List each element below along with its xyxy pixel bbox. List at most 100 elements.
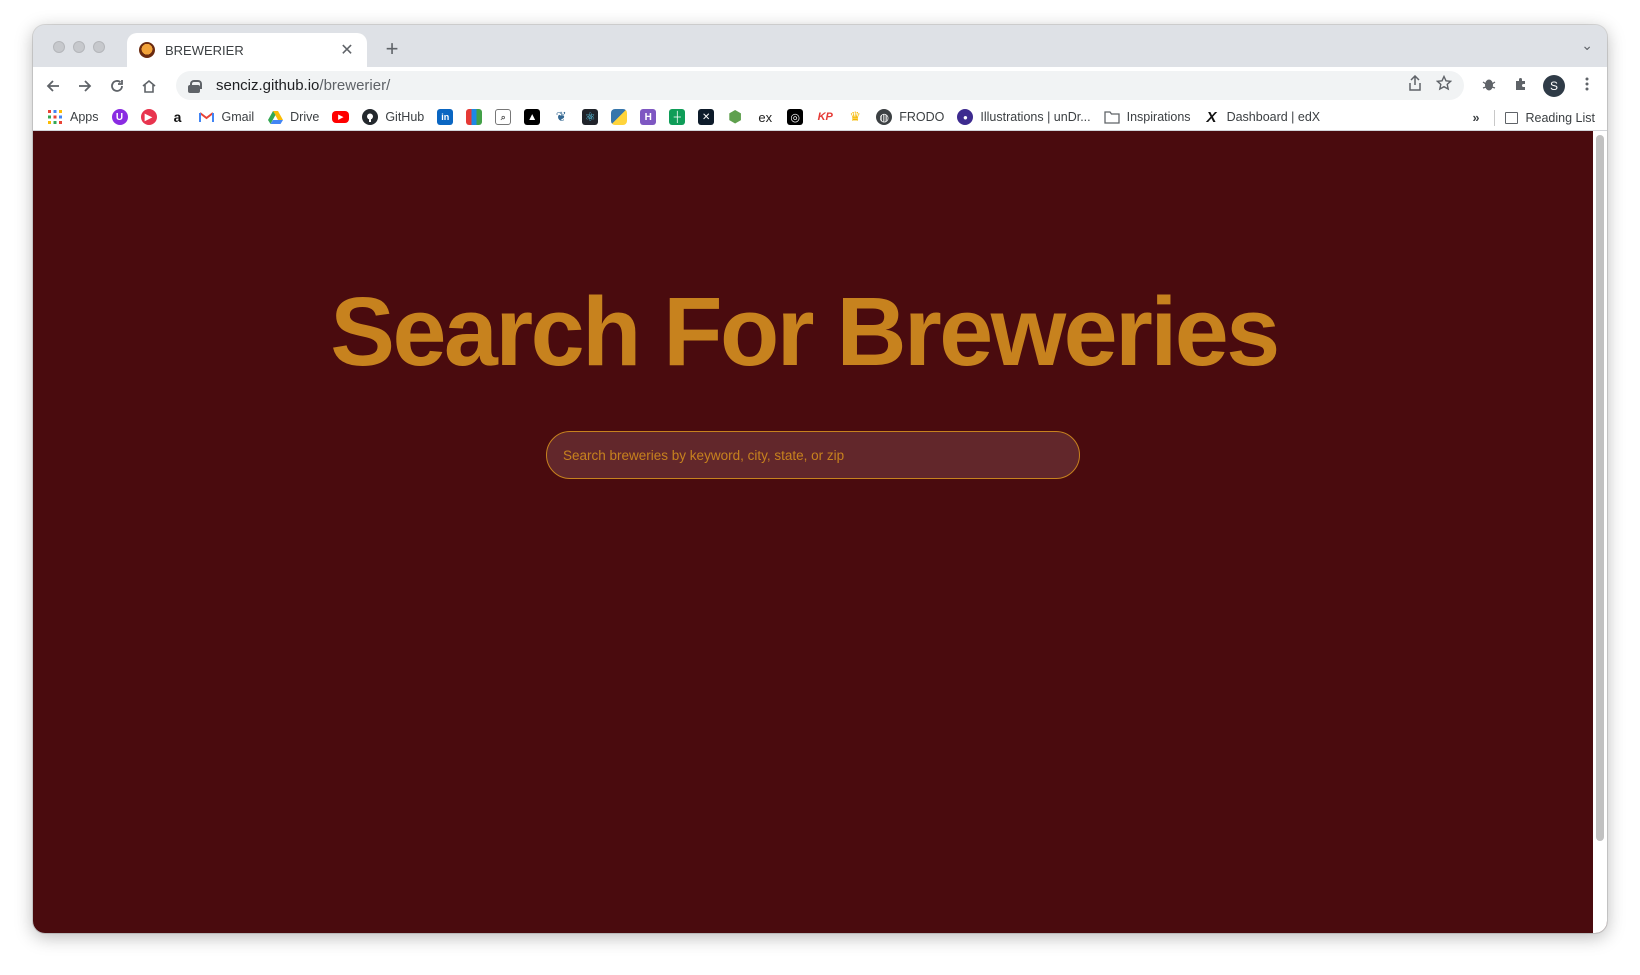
bookmark-ex[interactable]: ex (756, 109, 774, 125)
bookmarks-bar: Apps U ▶ a Gmail Drive ▶ GitHub in ⌕ ▲ ❦ (33, 104, 1607, 131)
reload-button[interactable] (102, 71, 132, 101)
bookmark-label: FRODO (899, 110, 945, 124)
hexagon-icon: ⬢ (728, 109, 743, 126)
close-window-button[interactable] (53, 41, 65, 53)
scrollbar-thumb[interactable] (1596, 135, 1604, 841)
circle-target-icon: ◎ (787, 109, 804, 125)
graduation-cap-icon: ▲ (524, 109, 541, 125)
bookmark-star-icon[interactable] (1435, 74, 1453, 96)
url-text[interactable]: senciz.github.io/brewerier/ (216, 77, 1394, 94)
bookmark-h[interactable]: H (640, 109, 657, 125)
github-icon (362, 109, 379, 125)
address-bar[interactable]: senciz.github.io/brewerier/ (176, 71, 1464, 100)
react-icon: ⚛ (582, 109, 599, 125)
play-icon: ▶ (140, 109, 157, 125)
h-icon: H (640, 109, 657, 125)
bookmark-youtube[interactable]: ▶ (332, 111, 350, 123)
bookmark-folder-inspirations[interactable]: Inspirations (1103, 109, 1191, 125)
new-tab-button[interactable]: + (379, 37, 405, 63)
bookmark-search-box[interactable]: ⌕ (495, 109, 512, 125)
share-icon[interactable] (1408, 74, 1422, 96)
tab-search-chevron-icon[interactable]: ⌄ (1581, 37, 1593, 54)
colored-blocks-icon (466, 109, 483, 125)
window-controls (53, 41, 105, 53)
toolbar: senciz.github.io/brewerier/ S (33, 67, 1607, 104)
reload-icon (111, 79, 123, 92)
undraw-icon: ● (957, 109, 974, 125)
brewery-search-input[interactable] (546, 431, 1080, 479)
page-viewport: Search For Breweries (33, 131, 1607, 933)
bookmark-apps[interactable]: Apps (47, 109, 99, 125)
bookmark-gmail[interactable]: Gmail (199, 109, 255, 125)
extensions-puzzle-icon[interactable] (1511, 76, 1531, 96)
linkedin-icon: in (437, 109, 454, 125)
tab-strip: BREWERIER ✕ + ⌄ (33, 25, 1607, 67)
bookmark-label: Gmail (221, 110, 255, 124)
bookmark-colored-blocks[interactable] (466, 109, 483, 125)
bookmark-label: Drive (290, 110, 320, 124)
forward-arrow-icon (79, 79, 92, 92)
back-button[interactable] (38, 71, 68, 101)
bookmark-python[interactable] (611, 109, 628, 125)
home-button[interactable] (134, 71, 164, 101)
lock-icon[interactable] (188, 79, 202, 93)
tab-close-icon[interactable]: ✕ (339, 40, 355, 60)
bookmark-circle-target[interactable]: ◎ (787, 109, 804, 125)
bookmark-drive[interactable]: Drive (267, 109, 319, 125)
bookmark-amazon[interactable]: a (170, 109, 186, 125)
toolbar-actions: S (1479, 71, 1597, 100)
search-box-icon: ⌕ (495, 109, 512, 125)
apps-grid-icon (47, 109, 63, 125)
page-title: Search For Breweries (330, 277, 1280, 386)
bookmark-github[interactable]: GitHub (362, 109, 424, 125)
bookmark-edx[interactable]: X Dashboard | edX (1204, 108, 1321, 126)
bookmark-label: Illustrations | unDr... (980, 110, 1091, 124)
kebab-menu-icon[interactable] (1577, 76, 1597, 96)
home-icon (142, 79, 156, 93)
bookmark-x-box[interactable]: ✕ (698, 109, 715, 125)
crown-icon: ♛ (849, 109, 862, 124)
bookmark-crown[interactable]: ♛ (847, 109, 863, 125)
browser-window: BREWERIER ✕ + ⌄ senciz.github.io/breweri… (33, 25, 1607, 933)
youtube-icon: ▶ (332, 111, 350, 123)
gmail-icon (199, 109, 215, 125)
bookmark-label: Apps (70, 110, 99, 124)
bug-extension-icon[interactable] (1479, 76, 1499, 96)
reading-list-button[interactable]: Reading List (1526, 111, 1596, 125)
bookmark-react[interactable]: ⚛ (582, 109, 599, 125)
bookmarks-right: » Reading List (1473, 104, 1595, 131)
bookmark-play[interactable]: ▶ (140, 109, 157, 125)
bookmark-label: Dashboard | edX (1226, 110, 1321, 124)
sheets-icon: ┼ (669, 109, 686, 125)
bookmark-undraw[interactable]: ● Illustrations | unDr... (957, 109, 1091, 125)
bookmark-kp[interactable]: KP (816, 109, 834, 125)
minimize-window-button[interactable] (73, 41, 85, 53)
bookmark-elephant[interactable]: ❦ (553, 109, 570, 125)
bookmark-label: Inspirations (1126, 110, 1191, 124)
edx-icon: X (1206, 108, 1217, 126)
vertical-scrollbar[interactable] (1593, 131, 1607, 933)
forward-button[interactable] (70, 71, 100, 101)
tab-brewerier[interactable]: BREWERIER ✕ (127, 33, 367, 67)
bookmarks-overflow-chevron-icon[interactable]: » (1473, 111, 1480, 125)
beer-favicon-icon (139, 42, 155, 58)
bookmark-frodo[interactable]: ◍ FRODO (876, 109, 944, 125)
amazon-icon: a (173, 109, 182, 125)
reading-list-icon[interactable] (1504, 111, 1518, 124)
back-arrow-icon (46, 79, 59, 92)
bookmark-hexagon[interactable]: ⬢ (727, 109, 743, 126)
bookmark-linkedin[interactable]: in (437, 109, 454, 125)
url-host: senciz.github.io (216, 77, 320, 94)
zoom-window-button[interactable] (93, 41, 105, 53)
bookmark-sheets[interactable]: ┼ (669, 109, 686, 125)
globe-icon: ◍ (876, 109, 893, 125)
divider (1493, 109, 1495, 126)
bookmark-label: GitHub (385, 110, 425, 124)
x-box-icon: ✕ (698, 109, 715, 125)
bookmark-u[interactable]: U (111, 109, 128, 125)
profile-avatar[interactable]: S (1543, 74, 1565, 97)
ex-icon: ex (758, 109, 773, 125)
bookmark-graduation[interactable]: ▲ (524, 109, 541, 125)
u-icon: U (111, 109, 128, 125)
url-path: /brewerier/ (319, 77, 391, 94)
